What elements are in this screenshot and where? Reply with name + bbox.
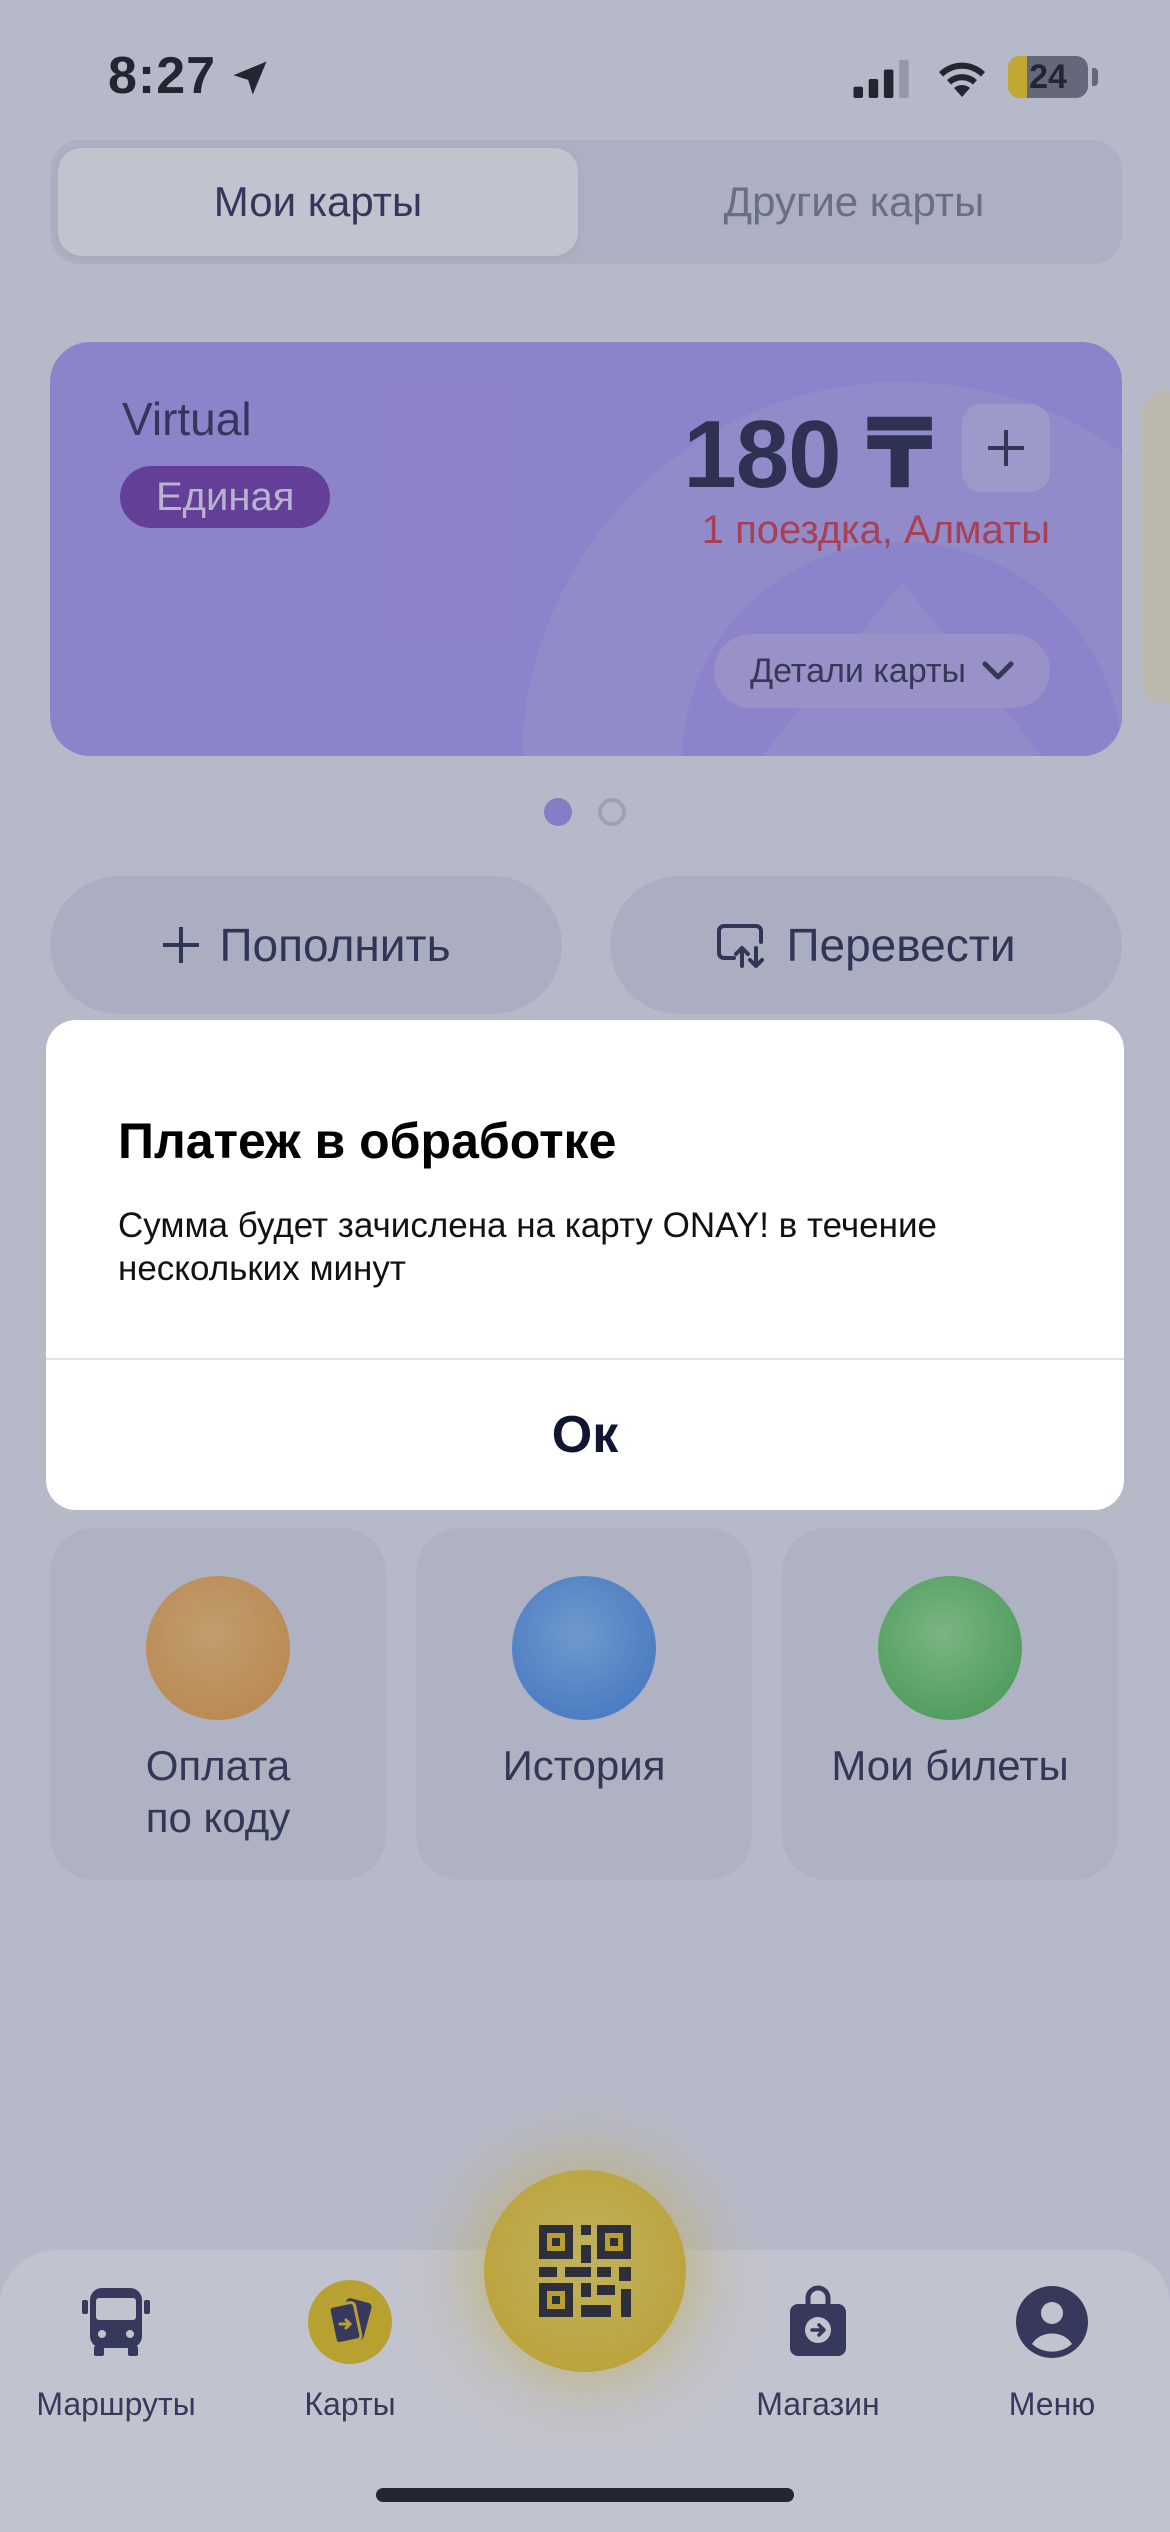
alert-message: Сумма будет зачислена на карту ONAY! в т… xyxy=(118,1206,937,1288)
alert-title: Платеж в обработке xyxy=(118,1113,617,1169)
payment-alert-dialog: Платеж в обработке Сумма будет зачислена… xyxy=(46,1020,1124,1510)
alert-ok-button[interactable]: Ок xyxy=(46,1360,1124,1510)
